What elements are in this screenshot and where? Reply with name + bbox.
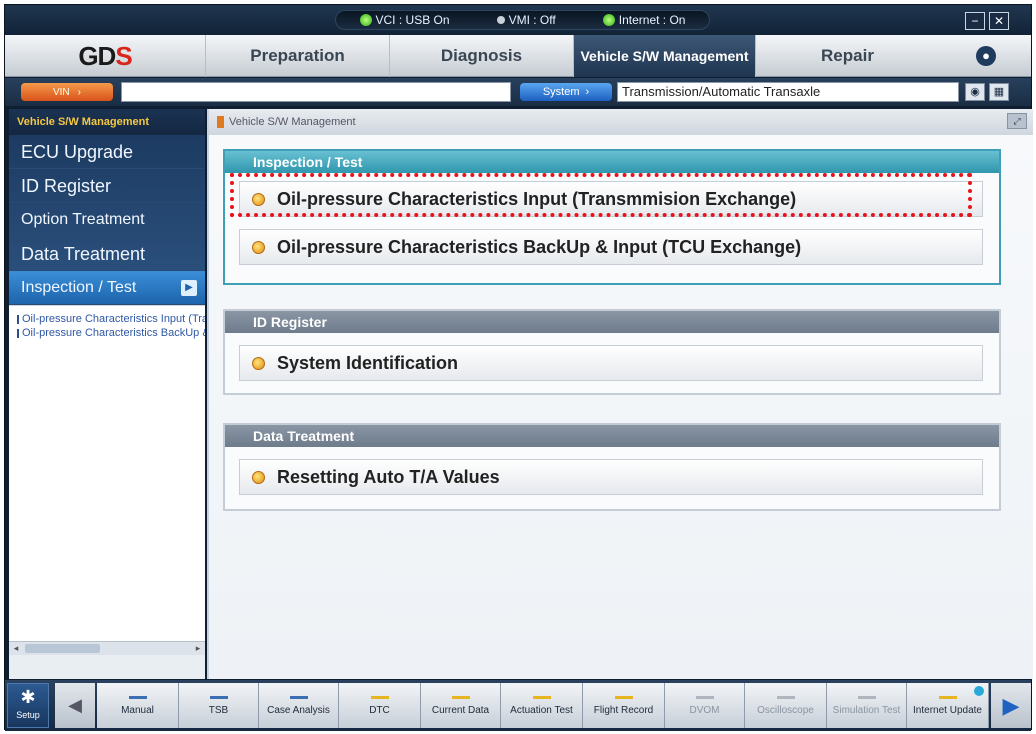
menu-item-system-identification[interactable]: System Identification [239, 345, 983, 381]
grid-icon[interactable]: ▦ [989, 83, 1009, 101]
group-title: ID Register [225, 311, 999, 333]
sidebar-item-inspection-test[interactable]: Inspection / Test ▶ [9, 271, 205, 305]
fullscreen-icon[interactable]: ⤢ [1007, 113, 1027, 129]
dtc-button[interactable]: DTC [339, 683, 421, 728]
search-icon: ● [976, 46, 996, 66]
document-icon [17, 314, 19, 324]
wrench-icon: ✱ [20, 687, 36, 707]
setup-button[interactable]: ✱ Setup [7, 683, 49, 728]
status-bar: VCI : USB On VMI : Off Internet : On − ✕ [5, 5, 1031, 35]
chevron-right-icon: › [585, 86, 590, 98]
current-data-button[interactable]: Current Data [421, 683, 501, 728]
oscilloscope-button[interactable]: Oscilloscope [745, 683, 827, 728]
toolbar-prev-button[interactable]: ◀ [55, 683, 95, 728]
minimize-button[interactable]: − [965, 12, 985, 30]
vmi-status: VMI : Off [496, 13, 556, 27]
actuation-test-button[interactable]: Actuation Test [501, 683, 583, 728]
internet-indicator-icon [602, 14, 615, 26]
sidebar-item-ecu-upgrade[interactable]: ECU Upgrade [9, 135, 205, 169]
system-field[interactable]: Transmission/Automatic Transaxle [617, 82, 959, 102]
vehicle-bar: VIN › System › Transmission/Automatic Tran… [5, 78, 1031, 106]
group-title: Inspection / Test [225, 151, 999, 173]
system-button[interactable]: System › [520, 83, 612, 101]
chevron-right-icon: ▶ [181, 280, 197, 296]
group-id-register: ID Register System Identification [223, 309, 1001, 395]
manual-button[interactable]: Manual [97, 683, 179, 728]
vci-status: VCI : USB On [359, 13, 450, 27]
vin-input[interactable] [121, 82, 511, 102]
main-panel: Vehicle S/W Management ⤢ Inspection / Te… [207, 109, 1033, 679]
bullet-icon [252, 356, 265, 370]
menu-item-oil-pressure-input[interactable]: Oil-pressure Characteristics Input (Tran… [239, 181, 983, 217]
section-marker-icon [217, 116, 224, 128]
tsb-button[interactable]: TSB [179, 683, 259, 728]
scroll-thumb[interactable] [25, 644, 100, 653]
tab-vehicle-sw-management[interactable]: Vehicle S/W Management [573, 35, 755, 77]
internet-update-button[interactable]: Internet Update [907, 683, 989, 728]
sidebar-item-id-register[interactable]: ID Register [9, 169, 205, 203]
case-analysis-button[interactable]: Case Analysis [259, 683, 339, 728]
menu-item-oil-pressure-backup[interactable]: Oil-pressure Characteristics BackUp & In… [239, 229, 983, 265]
camera-icon[interactable]: ◉ [965, 83, 985, 101]
dvom-button[interactable]: DVOM [665, 683, 745, 728]
document-icon [17, 328, 19, 338]
group-inspection-test: Inspection / Test Oil-pressure Character… [223, 149, 1001, 285]
vin-button[interactable]: VIN › [21, 83, 113, 101]
gds-window: VCI : USB On VMI : Off Internet : On − ✕… [4, 4, 1033, 731]
bullet-icon [252, 240, 265, 254]
tab-preparation[interactable]: Preparation [205, 35, 389, 77]
sidebar-item-option-treatment[interactable]: Option Treatment [9, 203, 205, 237]
menu-item-resetting-auto-ta[interactable]: Resetting Auto T/A Values [239, 459, 983, 495]
flight-record-button[interactable]: Flight Record [583, 683, 665, 728]
gds-logo: GD S [78, 40, 132, 71]
update-badge-icon [974, 686, 984, 696]
tab-diagnosis[interactable]: Diagnosis [389, 35, 573, 77]
main-body: Inspection / Test Oil-pressure Character… [209, 135, 1033, 679]
main-tabs: GD S Preparation Diagnosis Vehicle S/W Ma… [5, 35, 1031, 77]
vci-indicator-icon [359, 14, 372, 26]
tree-item[interactable]: Oil-pressure Characteristics Input (Tran… [9, 312, 205, 326]
sidebar-item-data-treatment[interactable]: Data Treatment [9, 237, 205, 271]
simulation-test-button[interactable]: Simulation Test [827, 683, 907, 728]
horizontal-scrollbar[interactable]: ◂ ▸ [9, 641, 205, 655]
search-button[interactable]: ● [941, 35, 1031, 77]
sidebar-header: Vehicle S/W Management [9, 109, 205, 135]
tab-repair[interactable]: Repair [755, 35, 939, 77]
toolbar-next-button[interactable]: ▶ [991, 683, 1031, 728]
scroll-right-icon[interactable]: ▸ [191, 642, 205, 655]
bullet-icon [252, 192, 265, 206]
group-title: Data Treatment [225, 425, 999, 447]
bottom-toolbar: ✱ Setup ◀ Manual TSB Case Analysis DTC Cu… [5, 680, 1031, 731]
tree-item[interactable]: Oil-pressure Characteristics BackUp & In… [9, 326, 205, 340]
sidebar-nav: ECU Upgrade ID Register Option Treatment… [9, 135, 205, 305]
sidebar: Vehicle S/W Management ECU Upgrade ID Re… [9, 109, 205, 679]
connection-status: VCI : USB On VMI : Off Internet : On [335, 10, 710, 30]
bullet-icon [252, 470, 265, 484]
main-header: Vehicle S/W Management ⤢ [209, 109, 1033, 135]
sidebar-tree: Oil-pressure Characteristics Input (Tran… [9, 305, 205, 655]
internet-status: Internet : On [602, 13, 685, 27]
vmi-indicator-icon [496, 16, 505, 24]
close-button[interactable]: ✕ [989, 12, 1009, 30]
chevron-right-icon: › [77, 86, 81, 98]
scroll-left-icon[interactable]: ◂ [9, 642, 23, 655]
group-data-treatment: Data Treatment Resetting Auto T/A Values [223, 423, 1001, 511]
